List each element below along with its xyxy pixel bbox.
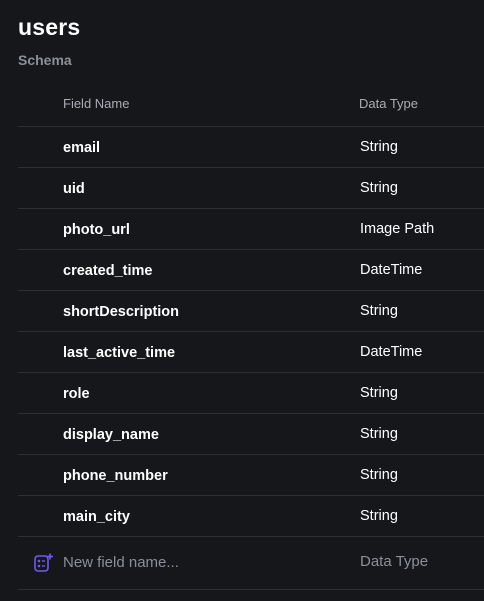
header-field-name: Field Name [63, 96, 130, 111]
add-field-icon[interactable] [32, 552, 54, 574]
field-type[interactable]: Image Path [360, 221, 434, 237]
table-row[interactable]: main_city String [18, 496, 484, 537]
field-name[interactable]: main_city [63, 509, 130, 525]
new-field-name-input[interactable]: New field name... [63, 554, 179, 571]
field-name[interactable]: last_active_time [63, 345, 175, 361]
table-header: Field Name Data Type [18, 85, 484, 127]
collection-title: users [18, 14, 81, 40]
table-row[interactable]: phone_number String [18, 455, 484, 496]
field-type[interactable]: String [360, 180, 398, 196]
field-type[interactable]: String [360, 426, 398, 442]
schema-panel: users Schema Field Name Data Type email … [0, 0, 484, 601]
field-type[interactable]: String [360, 303, 398, 319]
header-data-type: Data Type [359, 96, 419, 111]
field-name[interactable]: photo_url [63, 222, 130, 238]
schema-table: Field Name Data Type email String uid St… [18, 85, 484, 590]
table-row[interactable]: last_active_time DateTime [18, 332, 484, 373]
field-name[interactable]: phone_number [63, 468, 168, 484]
schema-subtitle: Schema [18, 52, 72, 68]
new-field-type-select[interactable]: Data Type [360, 553, 428, 570]
table-row[interactable]: role String [18, 373, 484, 414]
field-type[interactable]: String [360, 139, 398, 155]
field-type[interactable]: DateTime [360, 262, 422, 278]
table-row[interactable]: created_time DateTime [18, 250, 484, 291]
field-type[interactable]: String [360, 385, 398, 401]
field-name[interactable]: email [63, 140, 100, 156]
table-row[interactable]: photo_url Image Path [18, 209, 484, 250]
field-name[interactable]: display_name [63, 427, 159, 443]
field-name[interactable]: role [63, 386, 90, 402]
table-row[interactable]: display_name String [18, 414, 484, 455]
field-name[interactable]: shortDescription [63, 304, 179, 320]
field-type[interactable]: String [360, 467, 398, 483]
table-row[interactable]: uid String [18, 168, 484, 209]
field-name[interactable]: created_time [63, 263, 152, 279]
new-field-row[interactable]: New field name... Data Type [18, 537, 484, 590]
field-type[interactable]: String [360, 508, 398, 524]
field-type[interactable]: DateTime [360, 344, 422, 360]
table-row[interactable]: shortDescription String [18, 291, 484, 332]
field-name[interactable]: uid [63, 181, 85, 197]
table-row[interactable]: email String [18, 127, 484, 168]
